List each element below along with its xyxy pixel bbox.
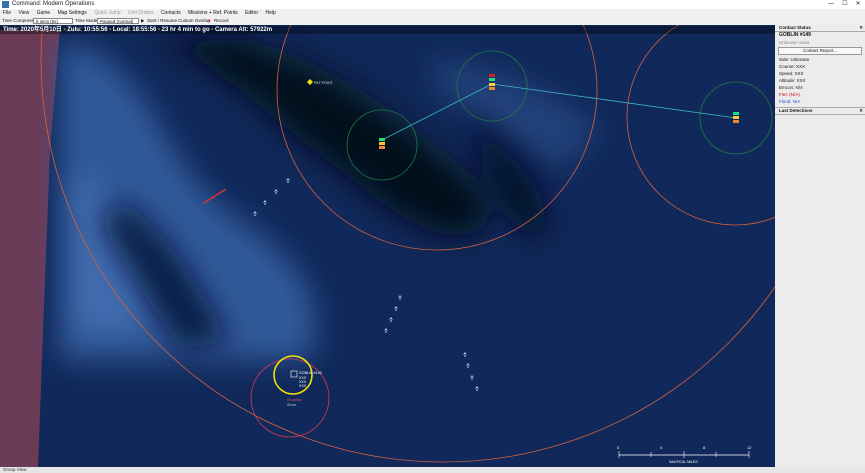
menu-quick-jump[interactable]: Quick Jump — [94, 9, 120, 17]
contact-emcon: Emcon: N/A — [779, 85, 804, 90]
contact-status-header: Contact Status ✕ — [775, 25, 865, 32]
menu-game[interactable]: Game — [37, 9, 51, 17]
menu-bar: File View Game Map Settings Quick Jump U… — [0, 9, 865, 17]
custom-overlay-button[interactable]: Custom Overlay — [178, 17, 210, 25]
menu-file[interactable]: File — [3, 9, 11, 17]
contact-flood: Flood: N/A — [779, 99, 801, 104]
close-icon[interactable]: ✕ — [859, 108, 863, 114]
map-canvas[interactable]: REF POINT GOBLIN #149 XXX XXX XXX 5% amm… — [0, 25, 775, 467]
side-panel: Contact Status ✕ GOBLIN #149 Unknown cla… — [775, 25, 865, 473]
last-detections-header: Last Detections ✕ — [775, 107, 865, 115]
time-mode-label: Time Mode: — [75, 18, 99, 23]
play-icon[interactable]: ▶ — [141, 17, 144, 25]
menu-view[interactable]: View — [18, 9, 29, 17]
menu-editor[interactable]: Editor — [245, 9, 258, 17]
contact-subtitle: Unknown class — [779, 40, 810, 45]
bottom-status-bar: Group View — [0, 467, 865, 473]
start-resume-button[interactable]: Start / Resume — [147, 17, 177, 25]
contact-side: Side: Unknown — [779, 57, 810, 62]
minimize-button[interactable]: — — [824, 0, 838, 9]
menu-help[interactable]: Help — [266, 9, 276, 17]
time-mode-select[interactable]: Paused (normal) — [97, 18, 139, 24]
maximize-button[interactable]: ☐ — [838, 0, 852, 9]
app-icon — [2, 1, 9, 8]
unit-ship[interactable] — [733, 112, 739, 123]
time-compression-select[interactable]: 5 secs (5x) — [33, 18, 73, 24]
svg-text:XXX: XXX — [299, 384, 307, 388]
contact-report-button[interactable]: Contact Report... — [778, 47, 862, 55]
scale-tick-label: 12 — [747, 445, 752, 450]
tactical-map[interactable]: REF POINT GOBLIN #149 XXX XXX XXX 5% amm… — [0, 25, 775, 467]
record-button[interactable]: Record — [214, 17, 229, 25]
menu-unit-orders[interactable]: Unit Orders — [128, 9, 154, 17]
unit-ship[interactable] — [379, 138, 385, 149]
contact-course: Course: XXX — [779, 64, 806, 69]
window-title: Command: Modern Operations — [12, 1, 95, 7]
menu-map-settings[interactable]: Map Settings — [58, 9, 87, 17]
contact-speed: Speed: XXX — [779, 71, 804, 76]
svg-text:5% ammo: 5% ammo — [287, 398, 302, 402]
menu-missions[interactable]: Missions + Ref. Points — [188, 9, 238, 17]
contact-fire: Fire: (N/A) — [779, 92, 800, 97]
ref-point-label: REF POINT — [314, 81, 334, 85]
contact-altitude: Altitude: XXX — [779, 78, 806, 83]
selected-unit-label: GOBLIN #149 — [299, 371, 322, 375]
record-icon[interactable]: ● — [208, 17, 211, 25]
close-icon[interactable]: ✕ — [859, 25, 863, 31]
svg-text:20 nm: 20 nm — [287, 403, 296, 407]
time-status-line: Time: 2020年5月10日 - Zulu: 10:55:56 - Loca… — [0, 26, 775, 34]
window-titlebar: Command: Modern Operations — ☐ ✕ — [0, 0, 865, 9]
toolbar: Time Compression: 5 secs (5x) Time Mode:… — [0, 17, 865, 25]
scale-unit-label: NAUTICAL MILES — [669, 460, 698, 464]
menu-contacts[interactable]: Contacts — [161, 9, 181, 17]
contact-name: GOBLIN #149 — [779, 32, 811, 38]
close-button[interactable]: ✕ — [851, 0, 865, 9]
